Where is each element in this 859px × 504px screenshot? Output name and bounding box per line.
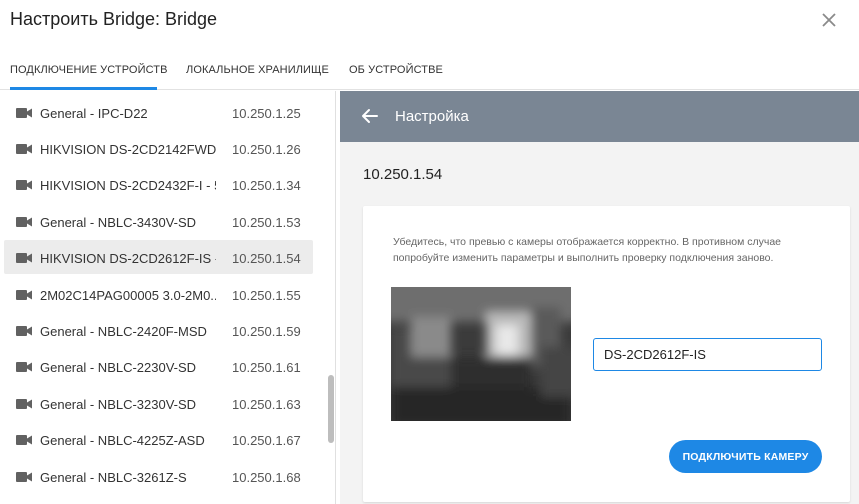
device-ip: 10.250.1.34: [232, 178, 301, 193]
preview-hint: Убедитесь, что превью с камеры отображае…: [393, 236, 781, 264]
device-row[interactable]: General - NBLC-3430V-SD 10.250.1.53: [4, 204, 313, 238]
device-ip: 10.250.1.61: [232, 360, 301, 375]
device-ip: 10.250.1.63: [232, 397, 301, 412]
close-icon[interactable]: [818, 9, 840, 31]
device-name: General - IPC-D22: [40, 106, 148, 121]
camera-name-input[interactable]: [593, 338, 822, 371]
device-row[interactable]: General - NBLC-3261Z-S 10.250.1.68: [4, 459, 313, 493]
camera-icon: [16, 180, 32, 190]
camera-preview: [391, 287, 571, 421]
device-name: General - NBLC-4225Z-ASD: [40, 433, 205, 448]
device-ip: 10.250.1.25: [232, 106, 301, 121]
device-name: HIKVISION DS-2CD2612F-IS - ...: [40, 251, 216, 266]
device-ip: 10.250.1.26: [232, 142, 301, 157]
settings-toolbar: Настройка: [340, 91, 859, 142]
camera-icon: [16, 362, 32, 372]
device-name: HIKVISION DS-2CD2432F-I - 5...: [40, 178, 216, 193]
device-row-selected[interactable]: HIKVISION DS-2CD2612F-IS - ... 10.250.1.…: [4, 240, 313, 274]
settings-panel: Настройка 10.250.1.54 Убедитесь, что пре…: [340, 91, 859, 504]
tab-local-storage[interactable]: ЛОКАЛЬНОЕ ХРАНИЛИЩЕ: [186, 64, 329, 90]
device-list: General - IPC-D22 10.250.1.25 HIKVISION …: [0, 91, 336, 504]
device-name: HIKVISION DS-2CD2142FWD-...: [40, 142, 216, 157]
camera-icon: [16, 253, 32, 263]
connect-camera-button[interactable]: ПОДКЛЮЧИТЬ КАМЕРУ: [669, 440, 822, 473]
list-scrollbar-thumb[interactable]: [328, 375, 334, 443]
device-ip: 10.250.1.54: [232, 251, 301, 266]
camera-icon: [16, 326, 32, 336]
device-row[interactable]: HIKVISION DS-2CD2142FWD-... 10.250.1.26: [4, 131, 313, 165]
camera-icon: [16, 217, 32, 227]
device-ip: 10.250.1.67: [232, 433, 301, 448]
camera-icon: [16, 290, 32, 300]
arrow-left-icon[interactable]: [360, 107, 380, 125]
camera-icon: [16, 472, 32, 482]
camera-check-card: Убедитесь, что превью с камеры отображае…: [363, 206, 850, 502]
device-name: General - NBLC-3230V-SD: [40, 397, 197, 412]
dialog-header: Настроить Bridge: Bridge ПОДКЛЮЧЕНИЕ УСТ…: [0, 0, 859, 90]
device-ip: 10.250.1.59: [232, 324, 301, 339]
camera-icon: [16, 399, 32, 409]
device-ip: 10.250.1.53: [232, 215, 301, 230]
device-row[interactable]: General - IPC-D22 10.250.1.25: [4, 95, 313, 129]
device-name: General - NBLC-3430V-SD: [40, 215, 197, 230]
camera-icon: [16, 435, 32, 445]
device-row[interactable]: General - NBLC-3230V-SD 10.250.1.63: [4, 386, 313, 420]
device-ip-heading: 10.250.1.54: [363, 166, 443, 183]
camera-icon: [16, 144, 32, 154]
device-row[interactable]: 2M02C14PAG00005 3.0-2M0... 10.250.1.55: [4, 277, 313, 311]
device-ip: 10.250.1.55: [232, 288, 301, 303]
device-name: General - NBLC-2230V-SD: [40, 360, 197, 375]
device-name: 2M02C14PAG00005 3.0-2M0...: [40, 288, 216, 303]
camera-icon: [16, 108, 32, 118]
device-row[interactable]: HIKVISION DS-2CD2432F-I - 5... 10.250.1.…: [4, 167, 313, 201]
device-name: General - NBLC-3261Z-S: [40, 470, 187, 485]
device-name: General - NBLC-2420F-MSD: [40, 324, 207, 339]
tab-about-device[interactable]: ОБ УСТРОЙСТВЕ: [349, 64, 443, 90]
device-row[interactable]: General - NBLC-2230V-SD 10.250.1.61: [4, 349, 313, 383]
dialog-title: Настроить Bridge: Bridge: [10, 9, 218, 29]
settings-title: Настройка: [395, 108, 469, 125]
device-ip: 10.250.1.68: [232, 470, 301, 485]
tab-device-connection[interactable]: ПОДКЛЮЧЕНИЕ УСТРОЙСТВ: [10, 64, 167, 90]
device-row[interactable]: General - NBLC-2420F-MSD 10.250.1.59: [4, 313, 313, 347]
device-row[interactable]: General - NBLC-4225Z-ASD 10.250.1.67: [4, 422, 313, 456]
